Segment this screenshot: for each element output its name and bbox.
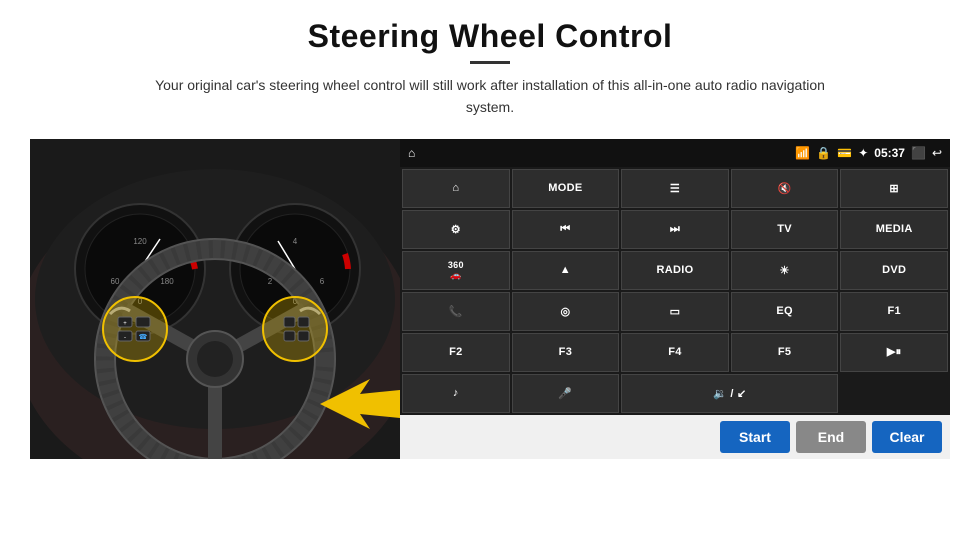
svg-text:6: 6 — [320, 277, 325, 286]
svg-text:☎: ☎ — [139, 333, 148, 341]
mic-btn[interactable]: 🎤 — [512, 374, 620, 413]
apps-btn[interactable]: ⊞ — [840, 169, 948, 208]
media-btn[interactable]: MEDIA — [840, 210, 948, 249]
prev-btn[interactable]: ⏮ — [512, 210, 620, 249]
title-section: Steering Wheel Control Your original car… — [130, 18, 850, 119]
status-bar: ⌂ 📶 🔒 💳 ✦ 05:37 ⬛ ↩ — [400, 139, 950, 167]
brightness-btn[interactable]: ☀ — [731, 251, 839, 290]
bottom-bar: Start End Clear — [400, 415, 950, 459]
subtitle: Your original car's steering wheel contr… — [130, 74, 850, 119]
status-right: 📶 🔒 💳 ✦ 05:37 ⬛ ↩ — [795, 146, 942, 160]
eject-btn[interactable]: ▲ — [512, 251, 620, 290]
music-btn[interactable]: ♪ — [402, 374, 510, 413]
bluetooth-icon: ✦ — [858, 146, 868, 160]
f2-btn[interactable]: F2 — [402, 333, 510, 372]
sd-icon: 💳 — [837, 146, 852, 160]
title-divider — [470, 61, 510, 64]
mode-btn[interactable]: MODE — [512, 169, 620, 208]
dvd-btn[interactable]: DVD — [840, 251, 948, 290]
status-left: ⌂ — [408, 146, 415, 160]
phone-btn[interactable]: 📞 — [402, 292, 510, 331]
svg-text:180: 180 — [160, 277, 174, 286]
svg-text:4: 4 — [293, 237, 298, 246]
home-icon: ⌂ — [408, 146, 415, 160]
f4-btn[interactable]: F4 — [621, 333, 729, 372]
svg-text:120: 120 — [133, 237, 147, 246]
settings-btn[interactable]: ⚙ — [402, 210, 510, 249]
next-btn[interactable]: ⏭ — [621, 210, 729, 249]
mute-btn[interactable]: 🔇 — [731, 169, 839, 208]
svg-text:-: - — [124, 335, 126, 341]
end-button[interactable]: End — [796, 421, 866, 453]
page-container: Steering Wheel Control Your original car… — [0, 0, 980, 544]
radio-panel: ⌂ 📶 🔒 💳 ✦ 05:37 ⬛ ↩ ⌂ MODE ☰ 🔇 — [400, 139, 950, 459]
start-button[interactable]: Start — [720, 421, 790, 453]
svg-text:2: 2 — [268, 277, 273, 286]
button-grid: ⌂ MODE ☰ 🔇 ⊞ ⚙ ⏮ ⏭ TV MEDIA 360🚗 ▲ RADIO… — [400, 167, 950, 415]
svg-text:+: + — [123, 321, 127, 327]
home-btn[interactable]: ⌂ — [402, 169, 510, 208]
radio-btn[interactable]: RADIO — [621, 251, 729, 290]
back-icon: ↩ — [932, 146, 942, 160]
svg-text:60: 60 — [111, 277, 120, 286]
play-pause-btn[interactable]: ▶⏸ — [840, 333, 948, 372]
clear-button[interactable]: Clear — [872, 421, 942, 453]
time-display: 05:37 — [874, 146, 905, 160]
eq-btn[interactable]: EQ — [731, 292, 839, 331]
cast-icon: ⬛ — [911, 146, 926, 160]
lock-icon: 🔒 — [816, 146, 831, 160]
list-btn[interactable]: ☰ — [621, 169, 729, 208]
tv-btn[interactable]: TV — [731, 210, 839, 249]
content-area: 120 60 180 0 4 2 6 0 — [30, 139, 950, 459]
wheel-image: 120 60 180 0 4 2 6 0 — [30, 139, 400, 459]
f1-btn[interactable]: F1 — [840, 292, 948, 331]
360-btn[interactable]: 360🚗 — [402, 251, 510, 290]
volume-phone-btn[interactable]: 🔉 / ↙ — [621, 374, 838, 413]
wifi-icon: 📶 — [795, 146, 810, 160]
page-title: Steering Wheel Control — [130, 18, 850, 55]
nav-btn[interactable]: ◎ — [512, 292, 620, 331]
f5-btn[interactable]: F5 — [731, 333, 839, 372]
f3-btn[interactable]: F3 — [512, 333, 620, 372]
screen-btn[interactable]: ▭ — [621, 292, 729, 331]
